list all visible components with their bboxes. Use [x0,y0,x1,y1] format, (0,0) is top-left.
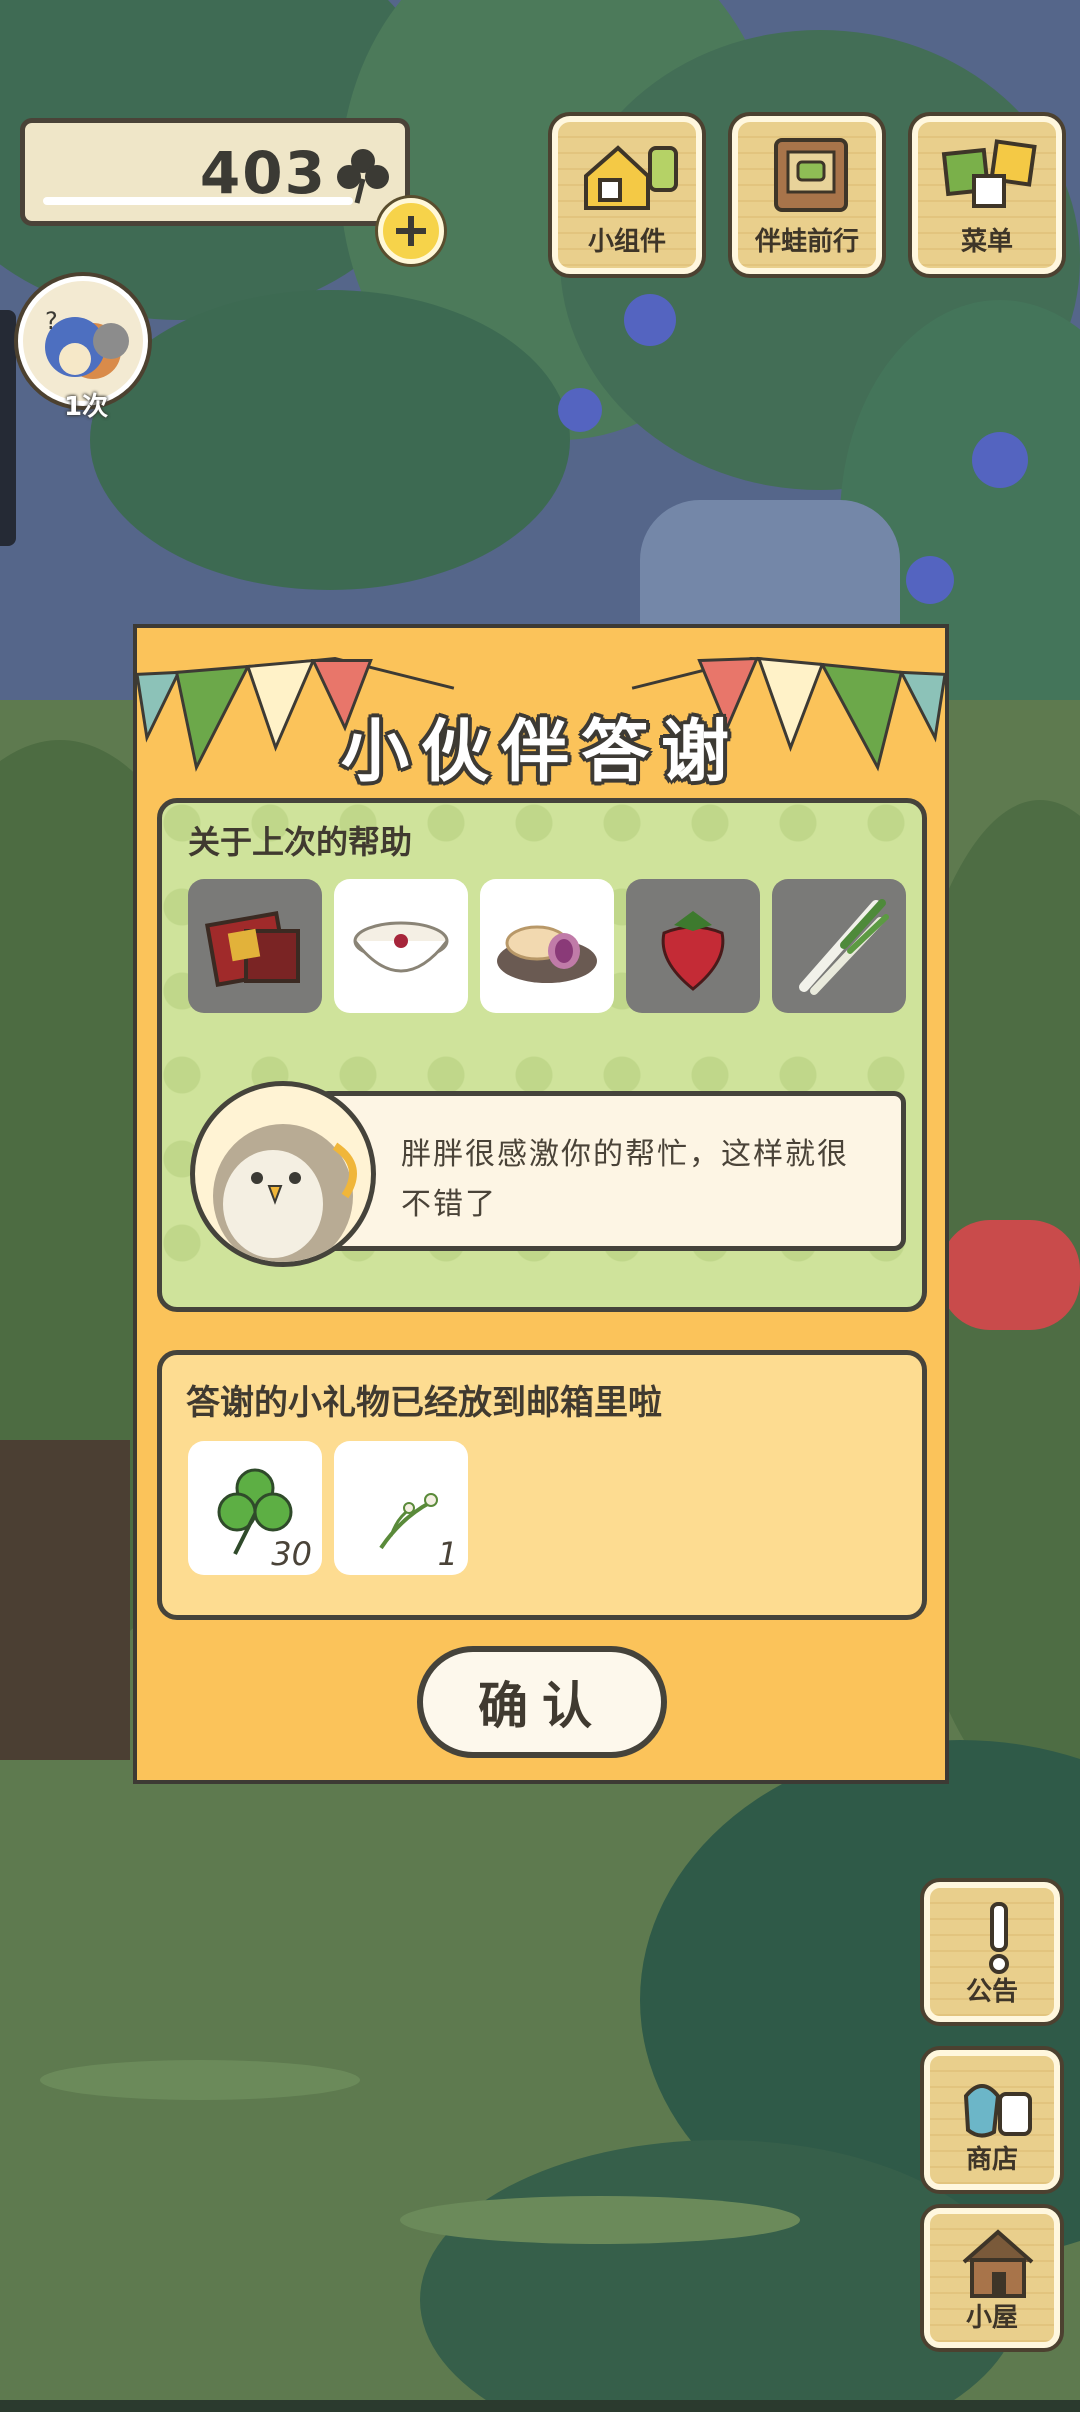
shop-bags-icon [963,2084,1032,2138]
notice-button-label: 公告 [965,1977,1018,2007]
mooncake-box-icon [205,911,300,987]
strawberry-icon [661,911,725,991]
journey-button[interactable]: 伴蛙前行 [732,116,882,274]
speaker-avatar [190,1081,376,1267]
gift-item-slot[interactable]: 30 [188,1441,322,1575]
gift-items-row: 30 1 [188,1441,468,1575]
help-item-slot[interactable] [772,879,906,1013]
scallion-icon [799,899,889,995]
cabin-button-label: 小屋 [965,2303,1018,2333]
help-item-slot[interactable] [626,879,760,1013]
house-icon [962,2229,1034,2298]
cabin-button[interactable]: 小屋 [924,2208,1060,2348]
menu-icon [941,139,1037,208]
gift-section-title: 答谢的小礼物已经放到邮箱里啦 [186,1383,662,1423]
widget-icon [584,145,678,210]
help-items-row [188,879,906,1013]
gift-panel: 答谢的小礼物已经放到邮箱里啦 30 1 [157,1350,927,1620]
notice-button[interactable]: 公告 [924,1882,1060,2022]
dialog-title: 小伙伴答谢 [340,713,741,792]
gift-count: 30 [271,1535,312,1573]
flower-sprig-icon [379,1493,438,1550]
help-panel: 关于上次的帮助 胖胖很感激你的帮忙，这样就很不错了 [157,798,927,1312]
confirm-button[interactable]: 确认 [417,1646,667,1758]
clover-currency-counter: 403 [20,118,410,226]
currency-underline [43,197,353,205]
help-item-slot[interactable] [480,879,614,1013]
owl-friend-icon [213,1124,357,1262]
help-item-slot[interactable] [334,879,468,1013]
menu-button[interactable]: 菜单 [912,116,1062,274]
speech-bubble: 胖胖很感激你的帮忙，这样就很不错了 [316,1091,906,1251]
gift-item-slot[interactable]: 1 [334,1441,468,1575]
svg-text:?: ? [45,307,58,335]
gift-count: 1 [437,1535,458,1573]
thanks-dialog: 小伙伴答谢 关于上次的帮助 胖胖很感激你的帮忙，这样就很不错了 答谢的小礼物已经… [133,624,949,1784]
journey-button-label: 伴蛙前行 [754,227,859,257]
clover-icon [337,149,389,204]
porridge-bowl-icon [353,921,449,973]
shop-button-label: 商店 [965,2145,1018,2175]
journal-icon [774,138,848,212]
add-clover-button[interactable] [378,198,444,264]
widget-button-label: 小组件 [587,227,666,257]
visitor-friends-icon: ? [45,307,129,379]
side-drawer-tab[interactable] [0,310,16,546]
help-section-title: 关于上次的帮助 [188,823,413,861]
pastry-plate-icon [497,925,597,983]
menu-button-label: 菜单 [960,227,1013,257]
plus-icon [396,216,426,246]
help-item-slot[interactable] [188,879,322,1013]
visitor-count-label: 1次 [64,392,109,422]
shop-button[interactable]: 商店 [924,2050,1060,2190]
exclamation-icon [989,1902,1009,1974]
thanks-message: 胖胖很感激你的帮忙，这样就很不错了 [401,1137,849,1222]
widget-button[interactable]: 小组件 [552,116,702,274]
